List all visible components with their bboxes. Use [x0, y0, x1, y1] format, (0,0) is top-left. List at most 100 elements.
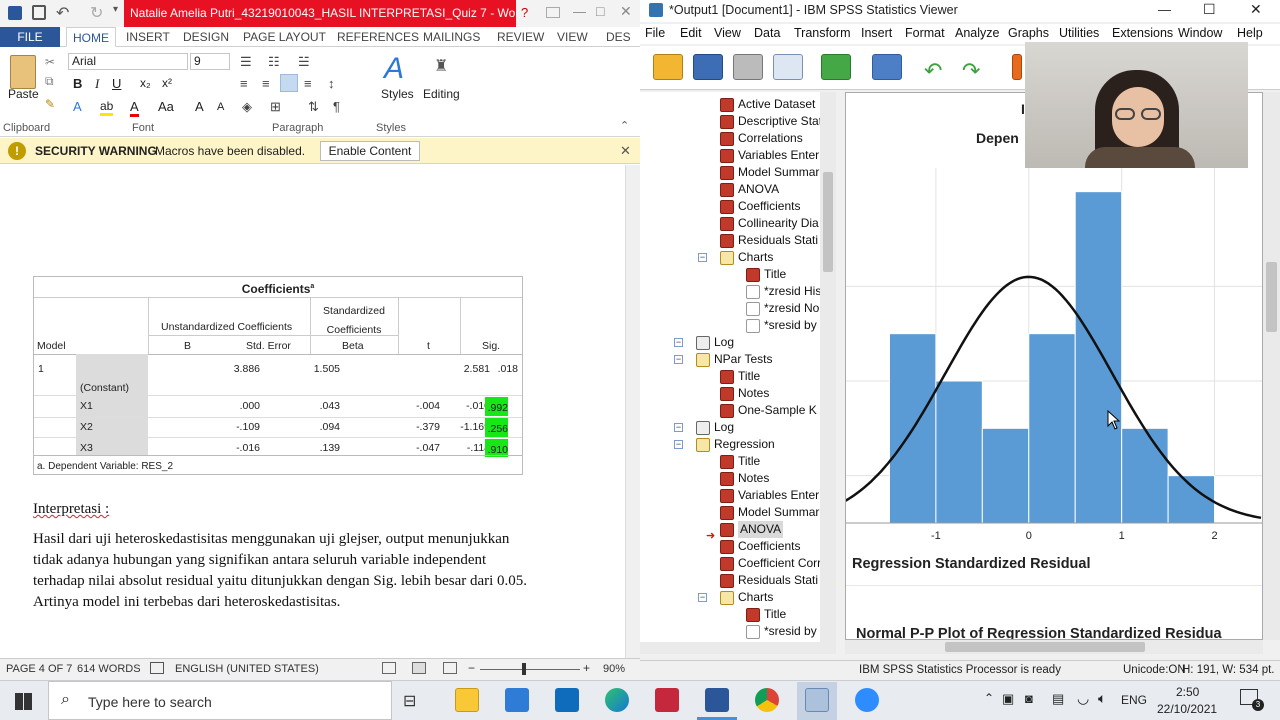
tab-design[interactable]: DESIGN — [183, 27, 229, 47]
menu-utilities[interactable]: Utilities — [1059, 26, 1099, 40]
ribbon-display-icon[interactable] — [546, 7, 560, 18]
word-app-icon[interactable] — [705, 688, 729, 712]
editing-button[interactable]: Editing — [423, 87, 460, 101]
outline-scrollbar[interactable] — [820, 92, 836, 654]
tab-view[interactable]: VIEW — [557, 27, 588, 47]
subscript-icon[interactable]: x₂ — [140, 76, 151, 90]
justify-icon[interactable] — [280, 74, 298, 92]
copy-icon[interactable]: ⧉ — [45, 74, 54, 89]
change-case-icon[interactable]: Aa — [158, 99, 174, 114]
bold-icon[interactable]: B — [73, 76, 82, 91]
tray-chevron-icon[interactable]: ⌃ — [984, 691, 994, 705]
output-h-scroll-thumb[interactable] — [945, 642, 1145, 652]
tray-icon-1[interactable]: ▣ — [1002, 691, 1014, 707]
vivaldi-app-icon[interactable] — [655, 688, 679, 712]
borders-icon[interactable]: ⊞ — [270, 99, 281, 115]
redo-icon[interactable]: ↻ — [90, 3, 103, 23]
outline-scroll-thumb[interactable] — [823, 172, 833, 272]
menu-analyze[interactable]: Analyze — [955, 26, 999, 40]
language-indicator[interactable]: ENGLISH (UNITED STATES) — [175, 663, 319, 675]
help-button[interactable]: ? — [521, 5, 528, 20]
superscript-icon[interactable]: x² — [162, 76, 172, 90]
edge-app-icon[interactable] — [605, 688, 629, 712]
output-h-scrollbar[interactable] — [845, 640, 1263, 654]
paste-icon[interactable] — [10, 55, 36, 89]
menu-file[interactable]: File — [645, 26, 665, 40]
numbering-icon[interactable]: ☷ — [268, 54, 280, 70]
print-layout-icon[interactable] — [412, 662, 426, 674]
menu-window[interactable]: Window — [1178, 26, 1222, 40]
zoom-app-icon[interactable] — [855, 688, 879, 712]
shading-icon[interactable]: ◈ — [242, 99, 252, 115]
undo-icon[interactable]: ↶ — [924, 58, 942, 84]
output-scrollbar[interactable] — [1263, 92, 1280, 640]
show-marks-icon[interactable]: ¶ — [333, 99, 340, 114]
save-icon[interactable] — [693, 54, 723, 80]
tab-page-layout[interactable]: PAGE LAYOUT — [243, 27, 326, 47]
document-area[interactable]: Coefficientsa Unstandardized Coefficient… — [0, 165, 625, 658]
windows-start-icon[interactable] — [15, 693, 32, 710]
tab-references[interactable]: REFERENCES — [337, 27, 419, 47]
minimize-button[interactable]: — — [573, 4, 586, 19]
outline-h-scrollbar[interactable] — [640, 642, 820, 654]
underline-icon[interactable]: U — [112, 76, 121, 91]
font-name-select[interactable]: Arial — [68, 53, 188, 70]
page-indicator[interactable]: PAGE 4 OF 7 — [6, 663, 72, 675]
print-preview-icon[interactable] — [773, 54, 803, 80]
menu-extensions[interactable]: Extensions — [1112, 26, 1173, 40]
line-spacing-icon[interactable]: ↕ — [328, 76, 335, 91]
menu-insert[interactable]: Insert — [861, 26, 892, 40]
web-layout-icon[interactable] — [443, 662, 457, 674]
italic-icon[interactable]: I — [95, 76, 99, 92]
tray-icon-2[interactable]: ◙ — [1025, 691, 1033, 706]
taskbar-search-box[interactable]: ⌕ Type here to search — [48, 681, 392, 720]
zoom-slider-thumb[interactable] — [522, 663, 526, 675]
align-center-icon[interactable]: ≡ — [262, 76, 270, 91]
collapse-log2-icon[interactable]: − — [674, 423, 683, 432]
tab-review[interactable]: REVIEW — [497, 27, 544, 47]
menu-help[interactable]: Help — [1237, 26, 1263, 40]
spss-minimize-button[interactable]: — — [1158, 2, 1171, 17]
menu-view[interactable]: View — [714, 26, 741, 40]
text-effects-icon[interactable]: A — [73, 99, 82, 114]
wifi-icon[interactable]: ◡ — [1077, 690, 1089, 707]
export-icon[interactable] — [821, 54, 851, 80]
zoom-slider[interactable] — [480, 669, 580, 670]
document-vertical-scrollbar[interactable] — [625, 165, 640, 658]
tab-insert[interactable]: INSERT — [126, 27, 170, 47]
collapse-npar-icon[interactable]: − — [674, 355, 683, 364]
menu-transform[interactable]: Transform — [794, 26, 851, 40]
tab-file[interactable]: FILE — [0, 27, 60, 47]
zoom-out-icon[interactable]: − — [468, 661, 475, 675]
word-count[interactable]: 614 WORDS — [77, 663, 141, 675]
styles-button[interactable]: Styles — [381, 87, 414, 101]
quick-access-dropdown-icon[interactable]: ▾ — [113, 4, 118, 15]
undo-icon[interactable]: ↶ — [56, 3, 69, 23]
proofing-icon[interactable] — [150, 662, 164, 674]
menu-data[interactable]: Data — [754, 26, 780, 40]
save-icon[interactable] — [32, 5, 46, 20]
highlight-icon[interactable]: ab — [100, 99, 114, 116]
tab-design-tools[interactable]: DES — [606, 27, 631, 47]
recall-dialog-icon[interactable] — [872, 54, 902, 80]
collapse-charts-icon[interactable]: − — [698, 253, 707, 262]
spss-maximize-button[interactable]: ☐ — [1203, 1, 1216, 18]
clock-date[interactable]: 22/10/2021 — [1157, 702, 1217, 716]
clock-time[interactable]: 2:50 — [1176, 685, 1199, 699]
sort-icon[interactable]: ⇅ — [308, 99, 319, 115]
zoom-in-icon[interactable]: + — [583, 661, 590, 675]
store-app-icon[interactable] — [505, 688, 529, 712]
menu-edit[interactable]: Edit — [680, 26, 702, 40]
editing-icon[interactable]: ♜ — [434, 56, 448, 76]
grow-font-icon[interactable]: A — [195, 99, 204, 114]
print-icon[interactable] — [733, 54, 763, 80]
redo-icon[interactable]: ↷ — [962, 58, 980, 84]
collapse-regression-icon[interactable]: − — [674, 440, 683, 449]
output-scroll-thumb[interactable] — [1266, 262, 1277, 332]
menu-format[interactable]: Format — [905, 26, 945, 40]
mail-app-icon[interactable] — [555, 688, 579, 712]
output-pane[interactable]: I Depen -1 0 1 2 Regression Standardized Re… — [845, 92, 1263, 640]
close-button[interactable]: ✕ — [620, 3, 632, 20]
tab-mailings[interactable]: MAILINGS — [423, 27, 480, 47]
open-icon[interactable] — [653, 54, 683, 80]
